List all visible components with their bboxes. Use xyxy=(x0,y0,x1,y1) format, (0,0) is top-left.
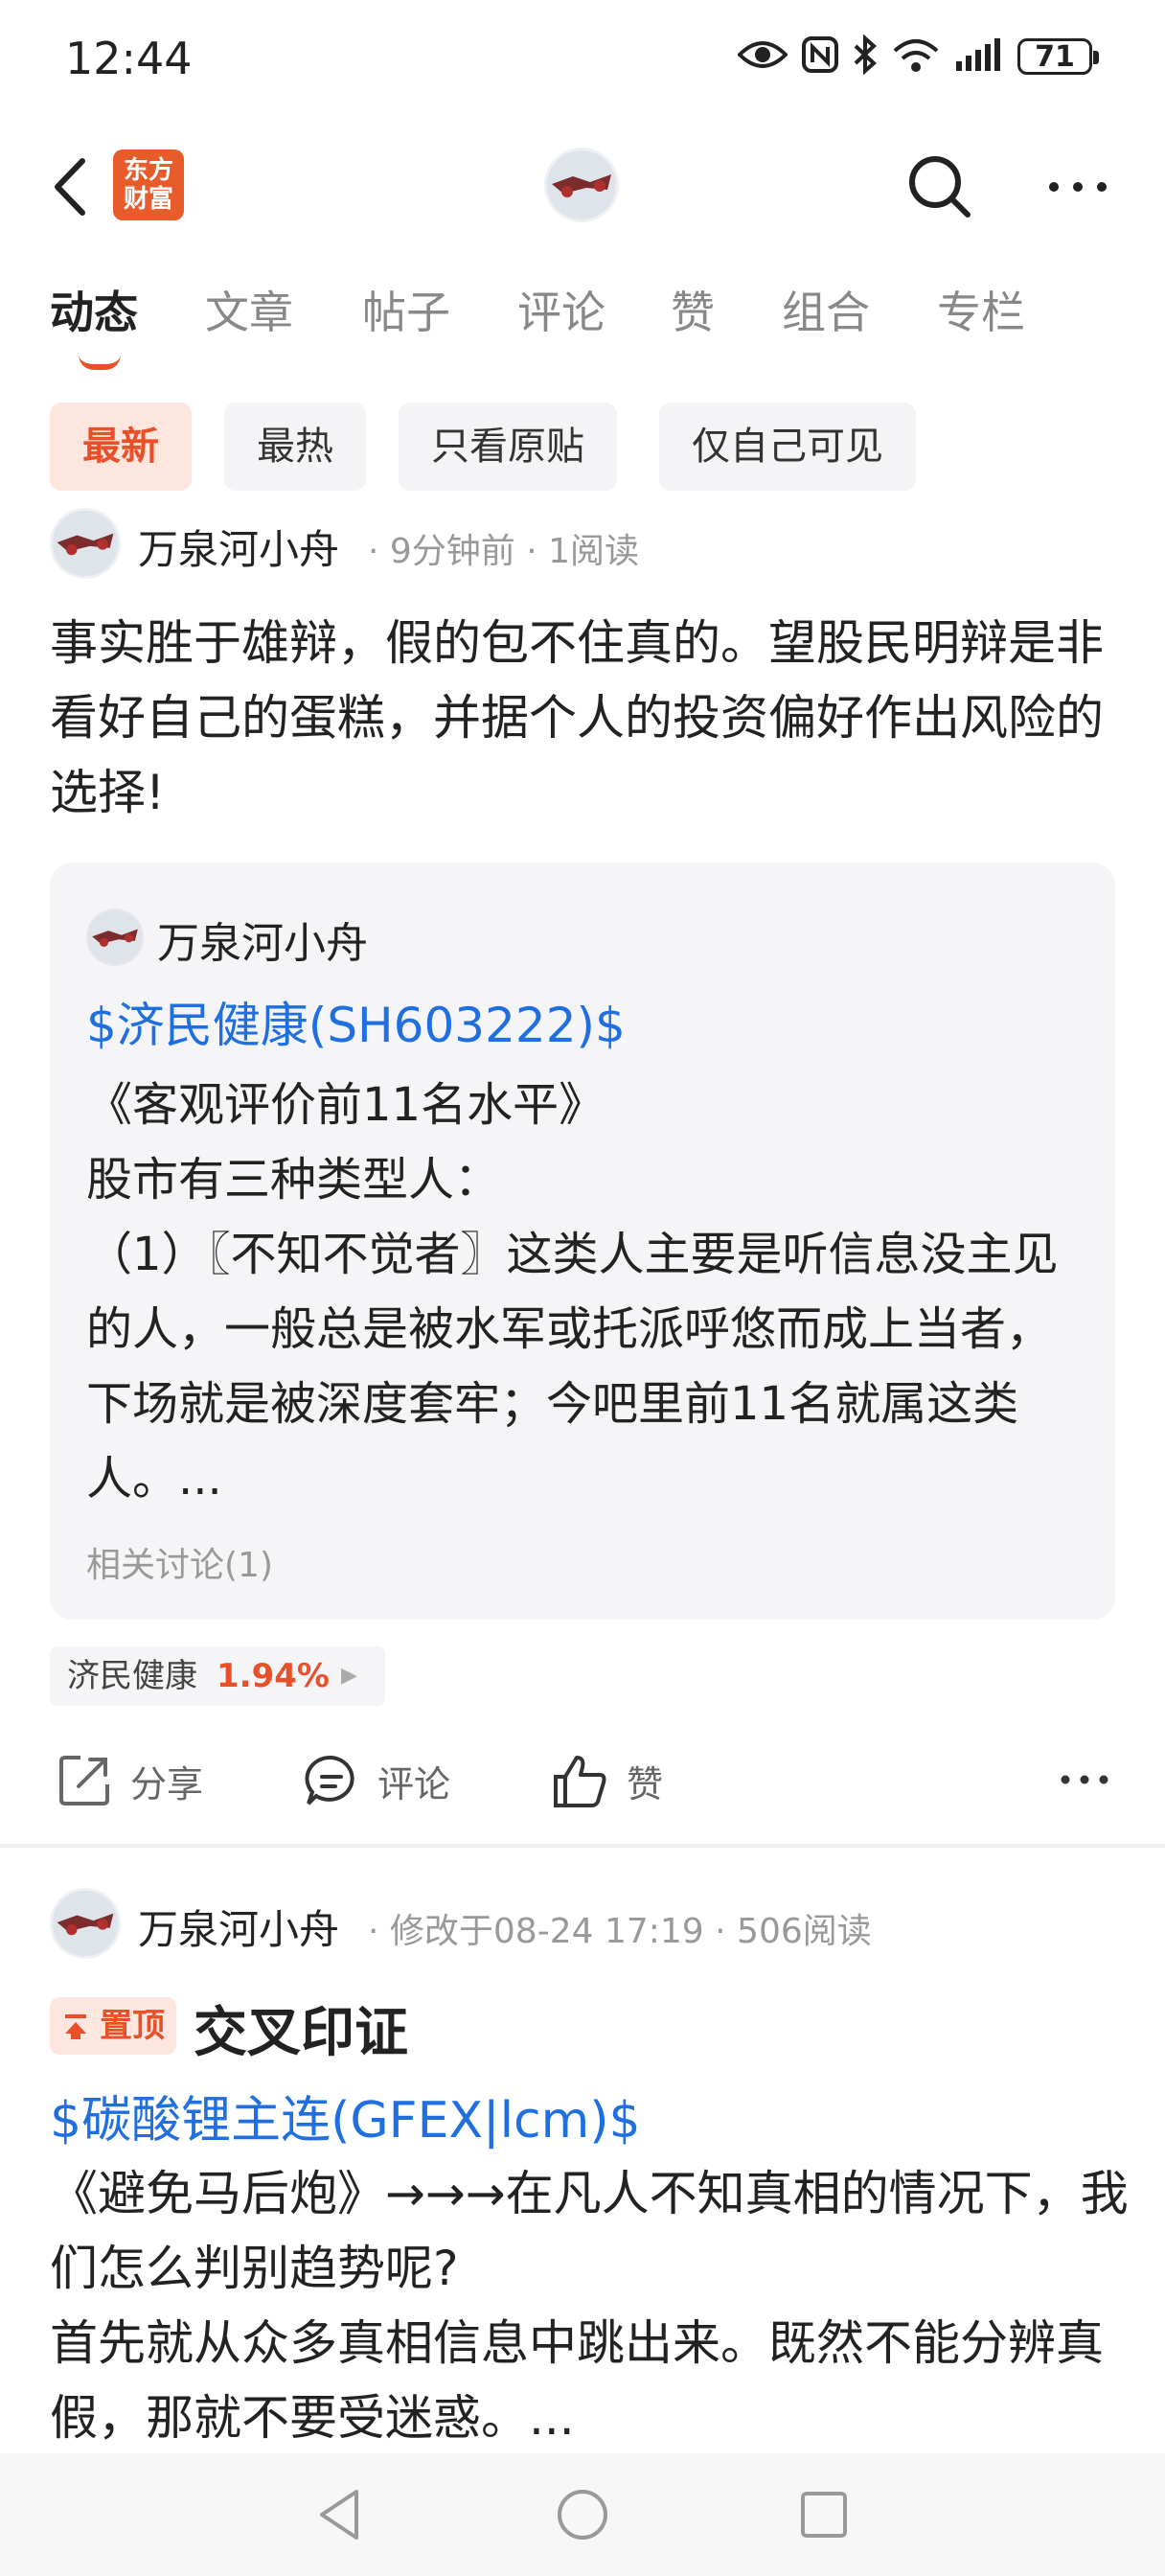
triangle-right-icon: ▶ xyxy=(341,1664,357,1688)
wifi-icon xyxy=(893,39,939,72)
share-label: 分享 xyxy=(130,1762,204,1806)
content-tabs: 动态 文章 帖子 评论 赞 组合 专栏 xyxy=(0,278,1165,370)
pinned-label: 置顶 xyxy=(100,2007,165,2045)
post1-time: 9分钟前 xyxy=(389,532,515,571)
avatar-image-icon xyxy=(52,510,119,577)
stock-tag[interactable]: 济民健康 1.94% ▶ xyxy=(50,1646,385,1706)
signal-icon xyxy=(956,38,1000,71)
avatar-image-icon xyxy=(547,150,616,219)
post2-title[interactable]: 交叉印证 xyxy=(194,1990,408,2067)
quoted-post-card[interactable]: 万泉河小舟 $济民健康(SH603222)$ 《客观评价前11名水平》 股市有三… xyxy=(50,862,1115,1620)
nfc-icon xyxy=(802,36,838,73)
post1-body[interactable]: 事实胜于雄辩，假的包不住真的。望股民明辩是非看好自己的蛋糕，并据个人的投资偏好作… xyxy=(50,606,1123,830)
app-logo[interactable]: 东方 财富 xyxy=(113,150,184,220)
bluetooth-icon xyxy=(854,34,877,75)
like-label: 赞 xyxy=(627,1762,664,1806)
tab-portfolio[interactable]: 组合 xyxy=(782,278,870,341)
pin-top-icon xyxy=(65,2014,86,2039)
back-arrow-icon[interactable] xyxy=(46,153,94,220)
tab-column[interactable]: 专栏 xyxy=(937,278,1025,341)
thumbs-up-icon xyxy=(554,1756,606,1807)
tab-articles[interactable]: 文章 xyxy=(205,278,293,341)
quoted-line: （1）〖不知不觉者〗这类人主要是听信息没主见的人，一般总是被水军或托派呼悠而成上… xyxy=(86,1228,1059,1506)
post1-meta: · 9分钟前 · 1阅读 xyxy=(368,532,640,571)
avatar-image-icon xyxy=(88,910,142,964)
more-options-icon[interactable] xyxy=(1044,172,1111,201)
post2-reads: 506阅读 xyxy=(737,1912,872,1951)
share-button[interactable]: 分享 xyxy=(56,1744,203,1817)
related-discussion-link[interactable]: 相关讨论(1) xyxy=(86,1537,273,1587)
comment-button[interactable]: 评论 xyxy=(303,1744,450,1817)
post2-meta: · 修改于08-24 17:19 · 506阅读 xyxy=(368,1912,872,1951)
profile-avatar[interactable] xyxy=(544,148,619,222)
post2-author-avatar[interactable] xyxy=(50,1888,121,1959)
pinned-badge: 置顶 xyxy=(50,1997,176,2055)
filter-latest[interactable]: 最新 xyxy=(50,402,192,491)
status-bar: 12:44 71 xyxy=(0,0,1165,115)
eye-icon xyxy=(738,41,788,68)
comment-icon xyxy=(305,1755,354,1806)
quoted-line: 《客观评价前11名水平》 xyxy=(86,1078,605,1132)
status-time: 12:44 xyxy=(65,33,193,84)
comment-label: 评论 xyxy=(377,1762,451,1806)
logo-text-line1: 东方 xyxy=(123,156,173,185)
battery-indicator: 71 xyxy=(1017,38,1099,75)
status-icons xyxy=(738,34,1002,75)
post2-body[interactable]: 《避免马后炮》→→→在凡人不知真相的情况下，我们怎么判别趋势呢? 首先就从众多真… xyxy=(50,2156,1132,2455)
filter-private[interactable]: 仅自己可见 xyxy=(659,402,916,491)
logo-text-line2: 财富 xyxy=(123,185,173,214)
tab-dynamic[interactable]: 动态 xyxy=(50,278,138,341)
app-header: 东方 财富 xyxy=(0,134,1165,240)
quoted-text: 《客观评价前11名水平》 股市有三种类型人： （1）〖不知不觉者〗这类人主要是听… xyxy=(86,1068,1092,1516)
tab-comments[interactable]: 评论 xyxy=(517,278,605,341)
quoted-line: 股市有三种类型人： xyxy=(86,1153,501,1207)
post1-author-avatar[interactable] xyxy=(50,508,121,579)
like-button[interactable]: 赞 xyxy=(550,1744,663,1817)
filter-original-only[interactable]: 只看原贴 xyxy=(399,402,617,491)
filter-hot[interactable]: 最热 xyxy=(224,402,366,491)
post1-author-name[interactable]: 万泉河小舟 xyxy=(138,518,339,576)
post2-time: 修改于08-24 17:19 xyxy=(389,1912,704,1951)
quoted-author-avatar xyxy=(86,908,144,966)
post2-author-name[interactable]: 万泉河小舟 xyxy=(138,1898,339,1956)
quoted-author-name: 万泉河小舟 xyxy=(157,919,368,968)
active-tab-indicator xyxy=(79,355,121,370)
share-icon xyxy=(59,1756,109,1806)
nav-recents-icon[interactable] xyxy=(797,2486,851,2543)
post-divider xyxy=(0,1844,1165,1848)
stock-tag-change: 1.94% xyxy=(217,1657,330,1695)
avatar-image-icon xyxy=(52,1890,119,1957)
system-nav-bar xyxy=(0,2453,1165,2576)
nav-home-icon[interactable] xyxy=(556,2486,609,2543)
post2-stock-link[interactable]: $碳酸锂主连(GFEX|lcm)$ xyxy=(50,2080,641,2151)
post1-reads: 1阅读 xyxy=(548,532,640,571)
post-more-icon[interactable] xyxy=(1058,1765,1111,1794)
quoted-stock-link[interactable]: $济民健康(SH603222)$ xyxy=(86,987,626,1056)
tab-posts[interactable]: 帖子 xyxy=(362,278,450,341)
nav-back-icon[interactable] xyxy=(314,2486,368,2543)
search-icon[interactable] xyxy=(904,151,973,220)
tab-likes[interactable]: 赞 xyxy=(671,278,715,341)
stock-tag-name: 济民健康 xyxy=(67,1657,197,1695)
